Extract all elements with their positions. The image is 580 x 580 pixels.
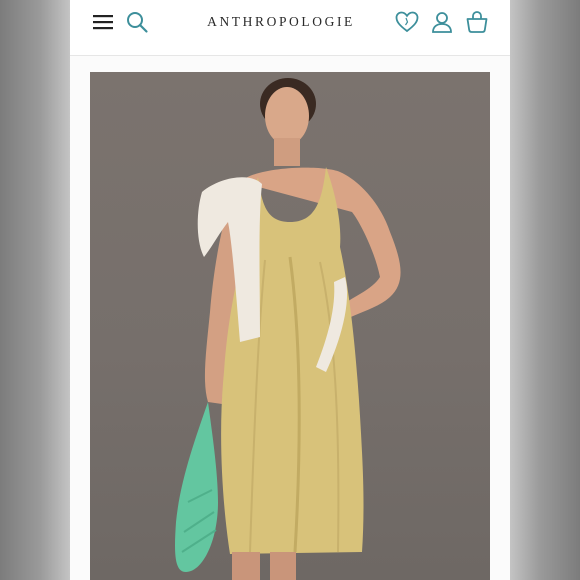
shopping-bag-icon <box>466 11 488 33</box>
product-page: ANTHROPOLOGIE <box>70 0 510 580</box>
search-icon <box>127 12 148 33</box>
shopping-bag-button[interactable] <box>464 9 490 35</box>
search-button[interactable] <box>124 9 150 35</box>
hamburger-menu-icon <box>93 15 113 30</box>
product-image[interactable] <box>90 72 490 580</box>
menu-button[interactable] <box>90 9 116 35</box>
model-illustration <box>175 78 401 580</box>
heart-icon <box>395 11 419 33</box>
brand-logo[interactable]: ANTHROPOLOGIE <box>188 12 374 32</box>
site-header: ANTHROPOLOGIE <box>70 0 510 56</box>
user-icon <box>432 12 452 33</box>
account-button[interactable] <box>429 9 455 35</box>
wishlist-button[interactable] <box>394 9 420 35</box>
